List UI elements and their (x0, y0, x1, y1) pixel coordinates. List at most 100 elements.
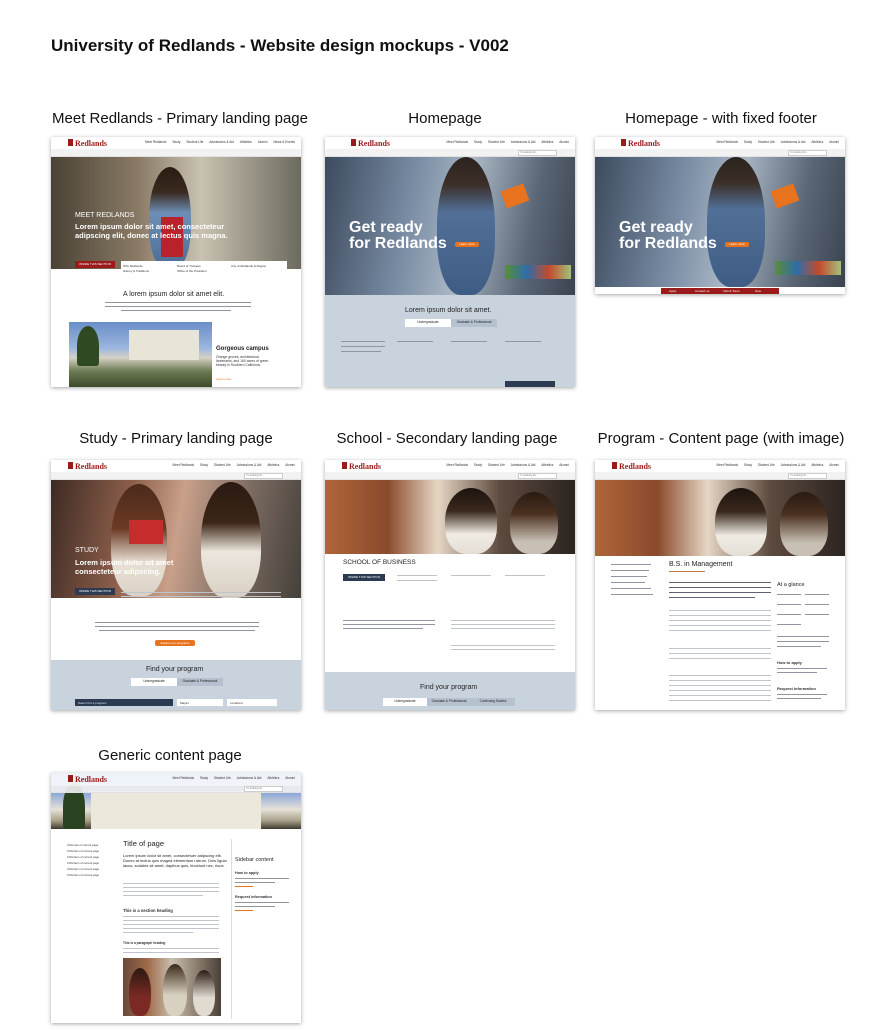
side-nav-item[interactable]: Child nav of current page (67, 843, 98, 847)
apply-heading: How to apply (777, 660, 802, 665)
majors-select[interactable]: Majors (177, 699, 223, 706)
footer-link-visit[interactable]: Visit & Tours (723, 289, 740, 293)
logo-mark-icon (351, 139, 356, 146)
text-line (121, 596, 281, 598)
text-line (805, 604, 829, 606)
text-line (123, 916, 219, 918)
mockup-homepage[interactable]: Redlands Meet Redlands Study Student Lif… (325, 137, 575, 387)
side-nav-item[interactable]: Child item of current page (67, 867, 99, 871)
text-line (341, 341, 385, 343)
explore-programs-button[interactable]: Explore our programs (155, 640, 195, 646)
mockup-generic-content[interactable]: Redlands Meet Redlands Study Student Lif… (51, 773, 301, 1023)
section-heading: This is a section heading (123, 908, 173, 913)
text-line (95, 626, 259, 628)
text-line (123, 891, 219, 893)
main-nav: Meet Redlands Study Student Life Admissi… (712, 463, 840, 467)
text-line (669, 675, 771, 677)
text-line (669, 587, 771, 589)
side-nav-item[interactable] (611, 582, 645, 584)
side-nav-item[interactable] (611, 570, 649, 572)
side-nav-item[interactable] (611, 576, 647, 578)
section-tab[interactable]: INSIDE THIS SECTION (343, 574, 385, 581)
side-nav-item[interactable] (611, 594, 653, 596)
caption-study: Study - Primary landing page (79, 430, 273, 447)
section-link[interactable]: City of Redlands & Region (231, 264, 266, 268)
text-line (777, 636, 829, 638)
text-line (669, 571, 705, 573)
learn-more-button[interactable]: Learn more (725, 242, 749, 247)
section-link[interactable]: Office of the President (177, 269, 207, 273)
text-line (99, 630, 255, 632)
program-search-input[interactable]: Search for a program (75, 699, 173, 706)
section-link[interactable]: Why Redlands (123, 264, 143, 268)
main-nav: Meet Redlands Study Student Life Admissi… (442, 140, 570, 144)
search-input[interactable]: I'm looking for... (518, 150, 557, 156)
locations-select[interactable]: Locations (227, 699, 277, 706)
search-input[interactable]: I'm looking for... (244, 786, 283, 792)
text-line (105, 306, 251, 308)
tab-graduate[interactable]: Graduate & Professional (177, 678, 223, 686)
tab-undergraduate[interactable]: Undergraduate (131, 678, 177, 686)
tab-undergraduate[interactable]: Undergraduate (383, 698, 427, 706)
caption-home: Homepage (408, 110, 482, 127)
mockup-school[interactable]: Redlands Meet Redlands Study Student Lif… (325, 460, 575, 710)
side-nav-item[interactable]: Child item of current page (67, 861, 99, 865)
tab-graduate[interactable]: Graduate & Professional (427, 698, 471, 706)
side-nav-item[interactable] (611, 564, 651, 566)
tab-graduate[interactable]: Graduate & Professional (451, 319, 497, 327)
search-input[interactable]: I'm looking for... (518, 473, 557, 479)
nav-item: Study (172, 140, 181, 144)
glance-sidebar: At a glance How to apply Request Informa… (775, 580, 837, 710)
search-input[interactable]: I'm looking for... (788, 473, 827, 479)
text-line (669, 592, 771, 594)
mockup-homepage-fixed-footer[interactable]: Redlands Meet Redlands Study Student Lif… (595, 137, 845, 294)
search-input[interactable]: I'm looking for... (788, 150, 827, 156)
footer-link-apply[interactable]: Apply (669, 289, 677, 293)
nav-item: Study (473, 140, 482, 144)
nav-item: Student Life (487, 463, 505, 467)
request-heading: Request information (235, 895, 272, 899)
logo-mark-icon (68, 139, 73, 146)
side-nav-item[interactable]: Child item of current page (67, 855, 99, 859)
side-nav-item[interactable]: Child item of current page (67, 849, 99, 853)
nav-item: Admissions & Aid (510, 463, 536, 467)
section-tab[interactable]: INSIDE THIS SECTION (75, 261, 115, 268)
student-figure (707, 157, 765, 287)
nav-item: Student Life (213, 776, 231, 780)
paragraph-heading: This is a paragraph heading (123, 941, 166, 945)
mockup-program[interactable]: Redlands Meet Redlands Study Student Lif… (595, 460, 845, 710)
section-link[interactable]: Board of Trustees (177, 264, 201, 268)
nav-item: Athletics (541, 463, 554, 467)
text-line (121, 310, 231, 312)
section-tab[interactable]: INSIDE THIS SECTION (75, 588, 115, 595)
nav-item: Admissions & Aid (236, 463, 262, 467)
tab-undergraduate[interactable]: Undergraduate (405, 319, 451, 327)
nav-item: Study (743, 463, 752, 467)
hero-heading-line-2: for Redlands (619, 235, 717, 252)
thumbnail-strip (775, 261, 841, 275)
text-line (669, 680, 771, 682)
text-line (669, 630, 771, 632)
footer-link-contact[interactable]: Contact us (695, 289, 709, 293)
nav-item: Admissions & Aid (209, 140, 234, 144)
footer-link-give[interactable]: Give (755, 289, 761, 293)
search-input[interactable]: I'm looking for... (244, 473, 283, 479)
feature-link[interactable]: Learn more (216, 377, 231, 381)
side-nav-item[interactable]: Child item of current page (67, 873, 99, 877)
dark-button[interactable] (505, 381, 555, 387)
building-shape (91, 791, 261, 829)
student-figure-right (201, 482, 261, 598)
section-link[interactable]: History & Traditions (123, 269, 149, 273)
student-figure (510, 492, 558, 554)
logo: Redlands (628, 139, 661, 148)
text-line (343, 624, 435, 626)
mockup-meet-redlands[interactable]: Redlands Meet Redlands Study Student Lif… (51, 137, 301, 387)
side-nav-item[interactable] (611, 588, 651, 590)
request-heading: Request Information (777, 686, 816, 691)
tab-continuing[interactable]: Continuing Studies (471, 698, 515, 706)
main-nav: Meet Redlands Study Student Life Admissi… (442, 463, 570, 467)
mockup-study[interactable]: Redlands Meet Redlands Study Student Lif… (51, 460, 301, 710)
nav-item: Athletics (541, 140, 554, 144)
intro-text: Lorem ipsum dolor sit amet, consectetuer… (123, 853, 227, 868)
learn-more-button[interactable]: Learn more (455, 242, 479, 247)
